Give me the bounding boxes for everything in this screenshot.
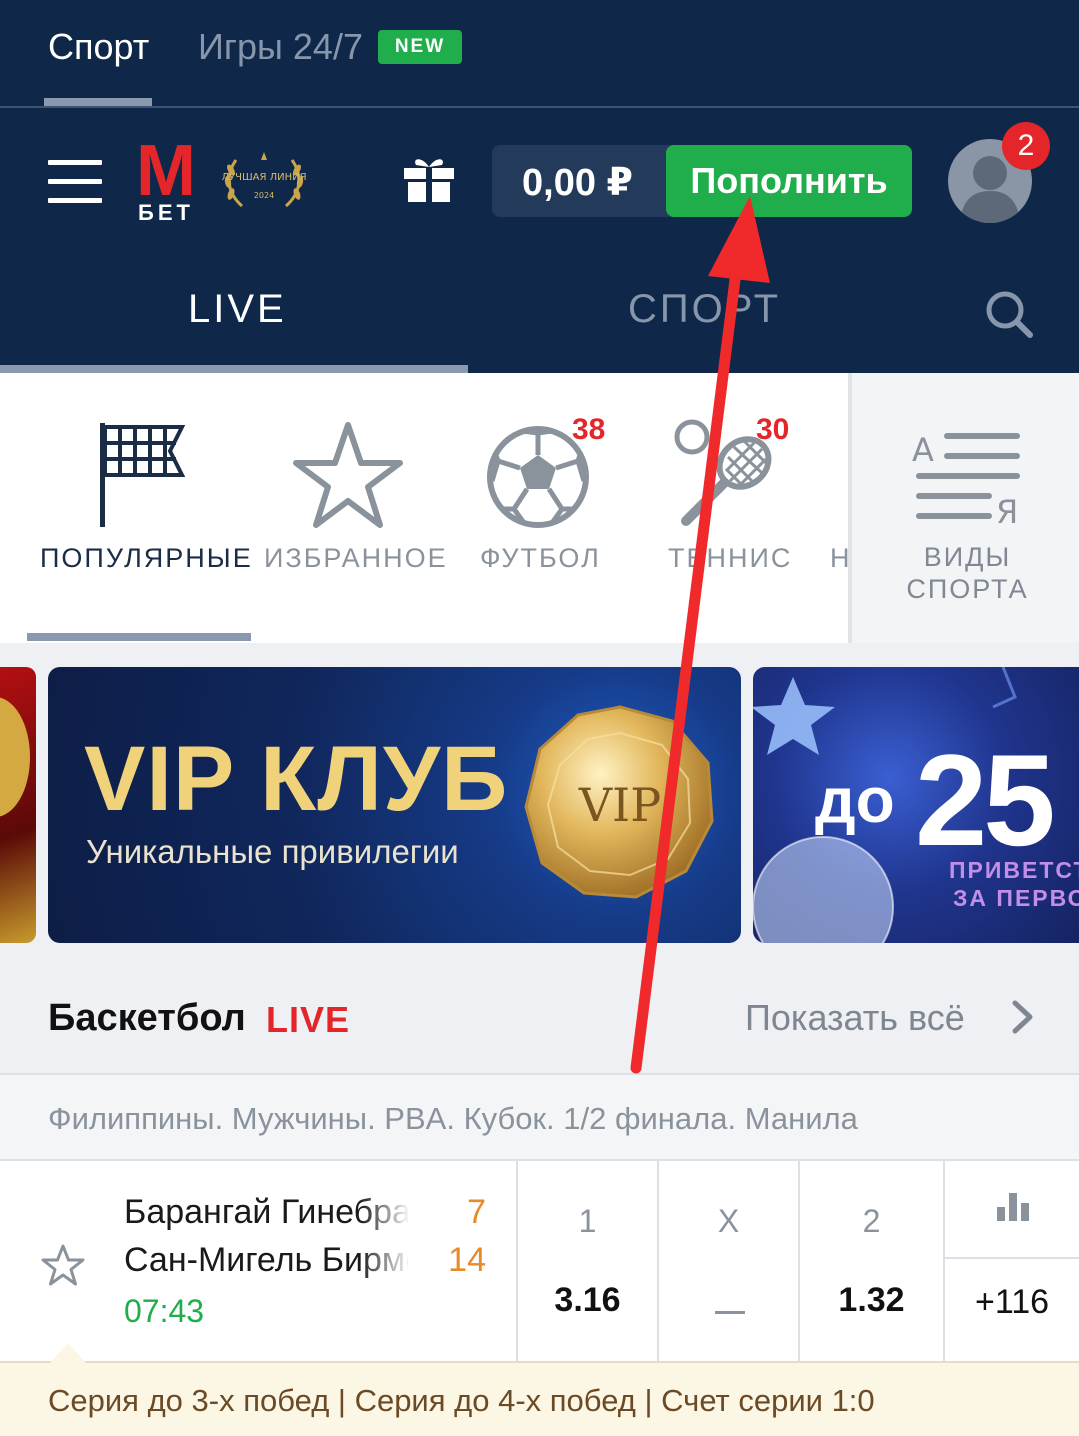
score-home: 7	[467, 1193, 486, 1231]
text-fade	[360, 1239, 410, 1287]
promo-prefix: до	[815, 764, 895, 836]
star-icon	[293, 422, 403, 528]
sport-label: ТЕННИС	[668, 543, 793, 573]
award-text: ЛУЧШАЯ ЛИНИЯ	[222, 172, 306, 183]
odds-value: 3.16	[554, 1281, 621, 1319]
odds-cell-away[interactable]: 2 1.32	[798, 1161, 943, 1361]
alphabet-list-icon: А Я	[912, 431, 1020, 525]
series-info-text: Серия до 3-х побед | Серия до 4-х побед …	[48, 1383, 875, 1418]
promo-carousel: VIP КЛУБ Уникальные привилегии VIP до 25…	[0, 643, 1079, 963]
app-screen: Спорт Игры 24/7 NEW M БЕТ ЛУЧШАЯ ЛИНИЯ 2…	[0, 0, 1079, 1436]
tab-sport[interactable]: Спорт	[48, 26, 149, 68]
match-row[interactable]: Барангай Гинебра Сан-Мигель Бирмен 7 14 …	[0, 1161, 1079, 1361]
series-info-bar: Серия до 3-х побед | Серия до 4-х побед …	[0, 1343, 1079, 1436]
odds-label: X	[717, 1203, 740, 1239]
odds-cell-draw[interactable]: X	[657, 1161, 798, 1361]
section-header: Баскетбол LIVE Показать всё	[0, 963, 1079, 1073]
app-header: M БЕТ ЛУЧШАЯ ЛИНИЯ 2024 0,00 ₽ Пополнить…	[0, 108, 1079, 265]
award-year: 2024	[254, 191, 274, 200]
promo-banner-welcome[interactable]: до 25 ПРИВЕТСТВ ЗА ПЕРВОЕ	[753, 667, 1079, 943]
divider	[945, 1257, 1079, 1259]
sport-item-popular[interactable]: ПОПУЛЯРНЫЕ	[20, 373, 253, 633]
show-all-link[interactable]: Показать всё	[745, 997, 965, 1039]
balance-amount[interactable]: 0,00 ₽	[522, 160, 633, 205]
bar-chart-icon[interactable]	[995, 1191, 1031, 1223]
menu-icon[interactable]	[48, 160, 102, 204]
sport-count: 30	[756, 413, 790, 446]
sport-item-favorites[interactable]: ИЗБРАННОЕ	[262, 373, 446, 633]
all-sports-label: ВИДЫ СПОРТА	[852, 541, 1079, 605]
tab-games[interactable]: Игры 24/7	[198, 26, 363, 68]
mode-tab-indicator	[0, 365, 468, 373]
sport-item-tennis[interactable]: 30 ТЕННИС	[656, 373, 806, 633]
series-notch	[50, 1343, 86, 1363]
odds-value: 1.32	[838, 1281, 905, 1319]
promo-line2: ЗА ПЕРВОЕ	[953, 885, 1079, 911]
match-extra-column: +116	[943, 1161, 1079, 1361]
promo-banner-vip[interactable]: VIP КЛУБ Уникальные привилегии VIP	[48, 667, 741, 943]
promo-line1: ПРИВЕТСТВ	[949, 857, 1079, 883]
vip-coin-icon: VIP	[524, 705, 714, 899]
gift-icon[interactable]	[402, 154, 456, 204]
sports-filter-row: ПОПУЛЯРНЫЕ ИЗБРАННОЕ 38 ФУТБОЛ 30 ТЕННИС…	[0, 373, 1079, 643]
odds-label: 2	[862, 1203, 881, 1239]
league-header[interactable]: Филиппины. Мужчины. PBA. Кубок. 1/2 фина…	[0, 1073, 1079, 1161]
promo-banner-previous[interactable]	[0, 667, 36, 943]
logo-letter[interactable]: M	[136, 135, 196, 207]
promo-number: 25	[915, 727, 1056, 873]
notification-badge: 2	[1002, 122, 1050, 170]
deposit-button[interactable]: Пополнить	[666, 145, 912, 217]
odds-cell-home[interactable]: 1 3.16	[516, 1161, 657, 1361]
award-laurel-icon: ЛУЧШАЯ ЛИНИЯ 2024	[222, 152, 306, 208]
flag-icon	[100, 423, 186, 527]
tab-prematch[interactable]: СПОРТ	[628, 287, 781, 332]
mode-tabs: LIVE СПОРТ	[0, 265, 1079, 373]
all-sports-label-line1: ВИДЫ	[923, 542, 1012, 572]
tab-active-indicator	[44, 98, 152, 106]
sport-label: ПОПУЛЯРНЫЕ	[40, 543, 253, 573]
sport-label: ФУТБОЛ	[480, 543, 601, 573]
section-title: Баскетбол	[48, 997, 246, 1039]
new-badge: NEW	[378, 30, 462, 64]
all-sports-button[interactable]: А Я ВИДЫ СПОРТА	[848, 373, 1079, 643]
sport-item-football[interactable]: 38 ФУТБОЛ	[470, 373, 610, 633]
text-fade	[360, 1191, 410, 1239]
match-time: 07:43	[124, 1293, 205, 1329]
sport-label: ИЗБРАННОЕ	[264, 543, 448, 573]
chevron-right-icon[interactable]	[1010, 999, 1036, 1035]
sports-active-indicator	[27, 633, 251, 641]
tab-live[interactable]: LIVE	[188, 287, 287, 332]
search-icon[interactable]	[984, 289, 1034, 339]
logo-word: БЕТ	[138, 200, 194, 225]
all-sports-label-line2: СПОРТА	[906, 574, 1029, 604]
odds-unavailable-dash	[715, 1311, 745, 1314]
section-live-label: LIVE	[266, 999, 351, 1040]
letter-ya: Я	[996, 493, 1018, 525]
favorite-star-icon[interactable]	[40, 1243, 86, 1287]
letter-a: А	[912, 431, 934, 469]
vip-coin-text: VIP	[578, 778, 661, 832]
odds-label: 1	[578, 1203, 597, 1239]
more-markets-button[interactable]: +116	[945, 1283, 1079, 1322]
league-name: Филиппины. Мужчины. PBA. Кубок. 1/2 фина…	[48, 1101, 858, 1136]
score-away: 14	[448, 1241, 486, 1279]
vip-banner-subtitle: Уникальные привилегии	[86, 833, 459, 870]
sport-count: 38	[572, 413, 606, 446]
vip-banner-title: VIP КЛУБ	[84, 728, 509, 830]
top-tabs: Спорт Игры 24/7 NEW	[0, 0, 1079, 108]
